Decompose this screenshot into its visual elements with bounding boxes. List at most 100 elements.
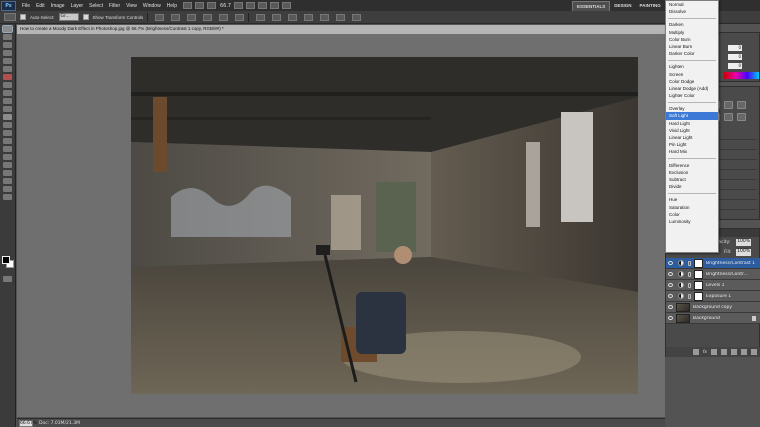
canvas-photo[interactable] [131, 57, 638, 394]
align-bottom-icon[interactable] [187, 13, 197, 21]
clone-stamp-tool-icon[interactable] [3, 90, 12, 96]
invert-icon[interactable] [724, 113, 733, 121]
visibility-eye-icon[interactable] [668, 294, 673, 298]
blend-mode-hue[interactable]: Hue [666, 196, 718, 203]
menu-layer[interactable]: Layer [68, 3, 87, 9]
layer-style-button[interactable]: fx [703, 350, 707, 355]
visibility-eye-icon[interactable] [668, 305, 673, 309]
blend-mode-lighter-color[interactable]: Lighter Color [666, 92, 718, 99]
distribute-right-icon[interactable] [336, 13, 346, 21]
visibility-eye-icon[interactable] [668, 272, 673, 276]
quick-selection-tool-icon[interactable] [3, 50, 12, 56]
document-canvas-area[interactable] [17, 34, 665, 417]
3d-rotate-tool-icon[interactable] [3, 170, 12, 176]
blend-mode-divide[interactable]: Divide [666, 183, 718, 190]
lasso-tool-icon[interactable] [3, 42, 12, 48]
marquee-tool-icon[interactable] [3, 34, 12, 40]
blend-mode-linear-light[interactable]: Linear Light [666, 134, 718, 141]
arrange-documents-icon[interactable] [270, 2, 280, 9]
blend-mode-normal[interactable]: Normal [666, 1, 718, 8]
distribute-left-icon[interactable] [304, 13, 314, 21]
spot-healing-tool-icon[interactable] [3, 74, 12, 80]
menu-help[interactable]: Help [164, 3, 180, 9]
path-selection-tool-icon[interactable] [3, 154, 12, 160]
menu-file[interactable]: File [19, 3, 33, 9]
distribute-bottom-icon[interactable] [288, 13, 298, 21]
layer-mask-thumbnail[interactable] [694, 259, 703, 268]
layer-row[interactable]: Background copy [666, 302, 760, 313]
blend-mode-exclusion[interactable]: Exclusion [666, 169, 718, 176]
screen-mode-icon[interactable] [282, 2, 292, 9]
document-tab[interactable]: How to create a Moody Dark Effect in Pho… [17, 25, 665, 34]
type-tool-icon[interactable] [3, 146, 12, 152]
align-left-icon[interactable] [203, 13, 213, 21]
blend-mode-linear-burn[interactable]: Linear Burn [666, 43, 718, 50]
blend-mode-soft-light[interactable]: Soft Light [666, 112, 718, 120]
eyedropper-tool-icon[interactable] [3, 66, 12, 72]
shape-tool-icon[interactable] [3, 162, 12, 168]
posterize-icon[interactable] [737, 113, 746, 121]
layer-row[interactable]: Levels 1 [666, 280, 760, 291]
blend-mode-hard-mix[interactable]: Hard Mix [666, 148, 718, 155]
visibility-eye-icon[interactable] [668, 283, 673, 287]
menu-filter[interactable]: Filter [106, 3, 123, 9]
pen-tool-icon[interactable] [3, 138, 12, 144]
layer-thumbnail[interactable] [676, 303, 690, 312]
blend-mode-subtract[interactable]: Subtract [666, 176, 718, 183]
align-top-icon[interactable] [155, 13, 165, 21]
3d-orbit-tool-icon[interactable] [3, 178, 12, 184]
zoom-field[interactable]: 66.67% [19, 419, 37, 427]
red-field[interactable]: 0 [728, 45, 742, 51]
visibility-eye-icon[interactable] [668, 261, 673, 265]
blend-mode-luminosity[interactable]: Luminosity [666, 218, 718, 225]
blend-mode-pin-light[interactable]: Pin Light [666, 141, 718, 148]
hand-tool-icon[interactable] [234, 2, 244, 9]
trash-icon[interactable] [751, 349, 757, 355]
menu-view[interactable]: View [123, 3, 140, 9]
hue-saturation-icon[interactable] [737, 101, 746, 109]
blend-mode-lighten[interactable]: Lighten [666, 63, 718, 70]
vibrance-icon[interactable] [724, 101, 733, 109]
zoom-tool-icon[interactable] [3, 194, 12, 200]
opacity-field[interactable]: 100% [736, 239, 751, 246]
blend-mode-saturation[interactable]: Saturation [666, 204, 718, 211]
layer-row[interactable]: Brightness/Contrast 1 ... [666, 258, 760, 269]
blur-tool-icon[interactable] [3, 122, 12, 128]
blend-mode-color-burn[interactable]: Color Burn [666, 36, 718, 43]
crop-tool-icon[interactable] [3, 58, 12, 64]
layer-mask-thumbnail[interactable] [694, 270, 703, 279]
new-group-icon[interactable] [731, 349, 737, 355]
blend-mode-darker-color[interactable]: Darker Color [666, 50, 718, 57]
blend-mode-screen[interactable]: Screen [666, 71, 718, 78]
eraser-tool-icon[interactable] [3, 106, 12, 112]
gradient-tool-icon[interactable] [3, 114, 12, 120]
menu-select[interactable]: Select [86, 3, 106, 9]
menu-edit[interactable]: Edit [33, 3, 48, 9]
visibility-eye-icon[interactable] [668, 316, 673, 320]
history-brush-tool-icon[interactable] [3, 98, 12, 104]
green-field[interactable]: 0 [728, 54, 742, 60]
color-spectrum[interactable] [724, 72, 759, 79]
document-size[interactable]: Doc: 7.03M/21.3M [39, 421, 80, 426]
hand-tool-icon[interactable] [3, 186, 12, 192]
menu-window[interactable]: Window [140, 3, 164, 9]
blend-mode-difference[interactable]: Difference [666, 162, 718, 169]
add-mask-icon[interactable] [711, 349, 717, 355]
move-tool-icon[interactable] [2, 25, 13, 33]
blend-mode-vivid-light[interactable]: Vivid Light [666, 127, 718, 134]
blend-mode-dissolve[interactable]: Dissolve [666, 8, 718, 15]
move-tool-preset-icon[interactable] [4, 13, 16, 21]
distribute-center-icon[interactable] [320, 13, 330, 21]
foreground-color-swatch[interactable] [2, 256, 10, 264]
auto-align-layers-icon[interactable] [352, 13, 362, 21]
auto-select-checkbox[interactable] [20, 14, 26, 20]
layer-thumbnail[interactable] [676, 314, 690, 323]
align-middle-icon[interactable] [171, 13, 181, 21]
blend-mode-color-dodge[interactable]: Color Dodge [666, 78, 718, 85]
blend-mode-color[interactable]: Color [666, 211, 718, 218]
align-right-icon[interactable] [235, 13, 245, 21]
blend-mode-darken[interactable]: Darken [666, 21, 718, 28]
new-adjustment-icon[interactable] [721, 349, 727, 355]
rotate-view-icon[interactable] [258, 2, 268, 9]
blend-mode-hard-light[interactable]: Hard Light [666, 120, 718, 127]
